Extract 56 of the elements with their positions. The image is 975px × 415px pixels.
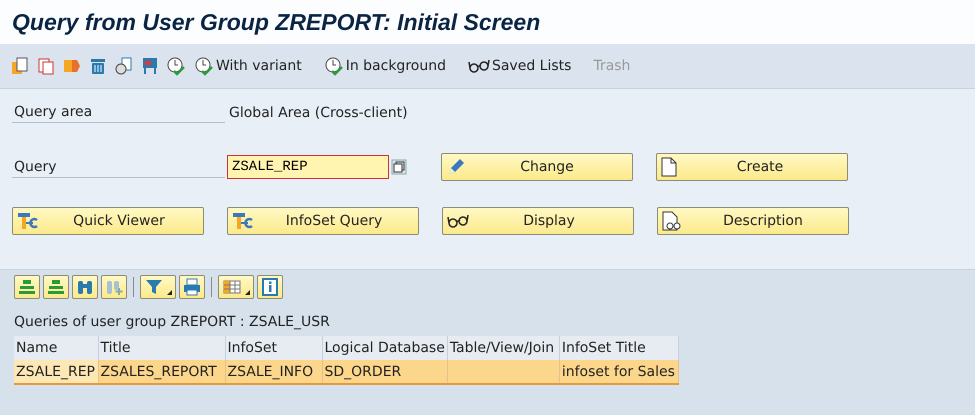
align-button[interactable] xyxy=(43,275,69,299)
clock-check-icon xyxy=(194,56,214,76)
align-icon xyxy=(18,278,36,296)
binoculars-icon xyxy=(76,278,94,296)
column-header[interactable]: InfoSet Title xyxy=(559,336,678,360)
toolbar-button[interactable]: With variant xyxy=(190,53,306,79)
document-icon xyxy=(661,157,677,177)
list-caption: Queries of user group ZREPORT : ZSALE_USR xyxy=(14,313,331,332)
binoculars-button[interactable] xyxy=(72,275,98,299)
form-button[interactable]: Display xyxy=(442,207,634,235)
column-header[interactable]: Logical Database xyxy=(322,336,448,360)
query-input-field[interactable]: ZSALE_REP xyxy=(227,155,389,179)
tool-icon xyxy=(232,211,254,231)
glasses-icon xyxy=(468,58,490,74)
trash-icon xyxy=(88,56,108,76)
caret-icon xyxy=(245,290,250,295)
value-help-icon[interactable] xyxy=(391,159,407,175)
field-value: Global Area (Cross-client) xyxy=(229,105,408,123)
column-header[interactable]: Name xyxy=(14,336,98,360)
table-cell: ZSALES_REPORT xyxy=(98,360,225,384)
document-glasses-icon xyxy=(662,211,682,231)
binoculars-plus-icon xyxy=(105,278,123,296)
column-header[interactable]: Title xyxy=(98,336,225,360)
form-button[interactable]: InfoSet Query xyxy=(227,207,419,235)
table-cell: ZSALE_REP xyxy=(14,360,98,384)
field-label: Query area xyxy=(12,102,225,123)
table-cell: infoset for Sales xyxy=(559,360,678,384)
glasses-icon xyxy=(447,213,469,229)
filter-icon xyxy=(145,278,163,296)
form-button[interactable]: Create xyxy=(656,153,848,181)
tool-icon xyxy=(17,211,39,231)
info-button[interactable] xyxy=(257,275,283,299)
column-header[interactable]: InfoSet xyxy=(225,336,322,360)
toolbar-button[interactable]: In background xyxy=(320,53,450,79)
clock-check-icon xyxy=(324,56,344,76)
form-button[interactable]: Quick Viewer xyxy=(12,207,204,235)
form-button[interactable]: Description xyxy=(657,207,849,235)
filter-button[interactable] xyxy=(140,275,176,299)
grid-icon xyxy=(223,278,241,296)
column-header[interactable]: Table/View/Join xyxy=(447,336,560,360)
grid-button[interactable] xyxy=(218,275,254,299)
window-title: Query from User Group ZREPORT: Initial Screen xyxy=(12,8,540,36)
align-button[interactable] xyxy=(14,275,40,299)
copy-icon xyxy=(36,56,56,76)
pencil-icon xyxy=(446,157,466,177)
field-label: Query xyxy=(12,156,225,178)
table-cell: ZSALE_INFO xyxy=(225,360,322,384)
toolbar-button[interactable]: Saved Lists xyxy=(464,53,576,79)
folder-copy-icon xyxy=(10,56,30,76)
clock-check-icon xyxy=(166,56,186,76)
info-icon xyxy=(261,278,279,296)
form-button[interactable]: Change xyxy=(441,153,633,181)
table-cell: SD_ORDER xyxy=(322,360,448,384)
binoculars-plus-button[interactable] xyxy=(101,275,127,299)
align-icon xyxy=(47,278,65,296)
caret-icon xyxy=(167,290,172,295)
